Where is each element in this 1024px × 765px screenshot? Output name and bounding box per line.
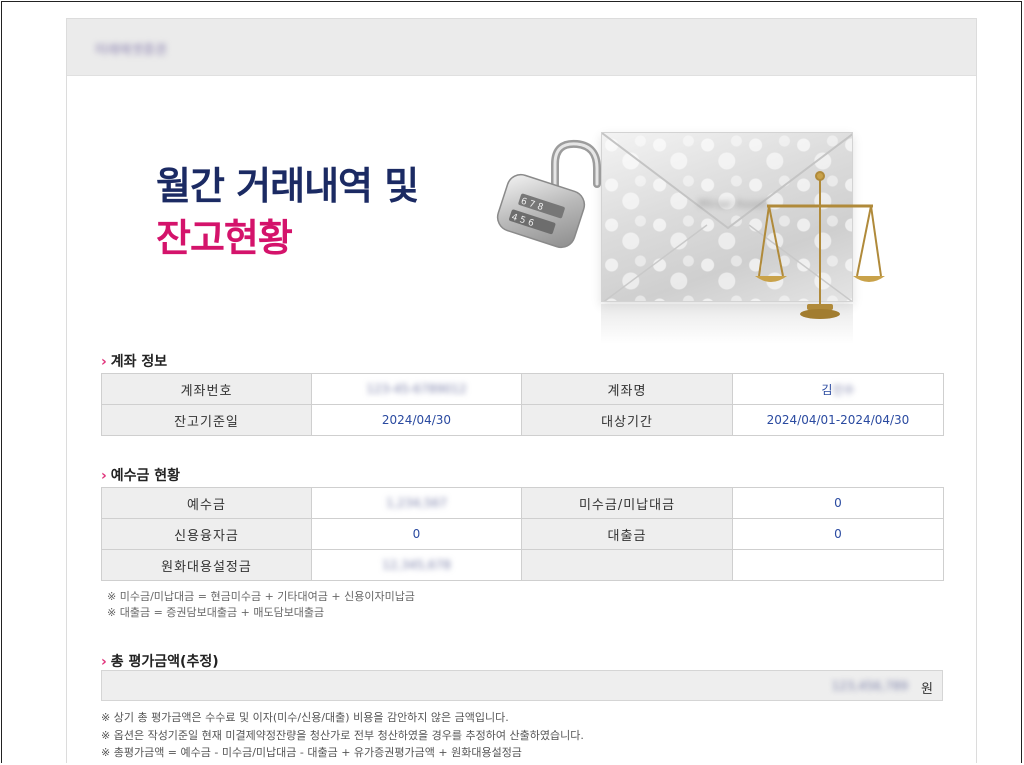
label-loan: 대출금	[521, 518, 733, 550]
hero-title-line1: 월간 거래내역 및	[156, 164, 419, 208]
value-deposit: 1,234,567	[385, 496, 448, 510]
table-row: 예수금 1,234,567 미수금/미납대금 0	[101, 487, 944, 519]
empty-label-cell	[521, 549, 733, 581]
value-receivables: 0	[732, 487, 944, 519]
note-line: ※ 옵션은 작성기준일 현재 미결제약정잔량을 청산가로 전부 청산하였을 경우…	[101, 728, 584, 742]
label-period: 대상기간	[521, 404, 733, 436]
deposit-notes: ※ 미수금/미납대금 = 현금미수금 + 기타대여금 + 신용이자미납금 ※ 대…	[107, 589, 415, 621]
deposit-section-title: › 예수금 현황	[101, 468, 181, 484]
hero-banner: 월간 거래내역 및 잔고현황 Mirae Asset 6 7 8 4 5 6	[67, 76, 976, 351]
scale-icon	[755, 171, 885, 319]
label-deposit: 예수금	[101, 487, 312, 519]
top-banner: 미래에셋증권	[67, 19, 976, 76]
padlock-icon: 6 7 8 4 5 6	[496, 139, 601, 249]
label-krw-collateral: 원화대용설정금	[101, 549, 312, 581]
total-amount-unit: 원	[921, 682, 933, 697]
value-account-name-hidden: 민수	[832, 382, 855, 397]
statement-card: 미래에셋증권 월간 거래내역 및 잔고현황 Mirae Asset 6 7 8 …	[66, 18, 977, 763]
value-account-number: 123-45-6789012	[366, 382, 467, 396]
value-account-name: 김	[821, 382, 833, 397]
deposit-table: 예수금 1,234,567 미수금/미납대금 0 신용융자금 0 대출금 0 원…	[101, 487, 944, 581]
label-credit-loan: 신용융자금	[101, 518, 312, 550]
section-arrow-icon: ›	[101, 354, 107, 370]
value-krw-collateral: 12,345,678	[382, 558, 451, 572]
table-row: 신용융자금 0 대출금 0	[101, 518, 944, 550]
hero-title: 월간 거래내역 및 잔고현황	[156, 160, 419, 264]
account-section-title: › 계좌 정보	[101, 354, 168, 370]
window-frame: 미래에셋증권 월간 거래내역 및 잔고현황 Mirae Asset 6 7 8 …	[1, 1, 1022, 763]
account-info-table: 계좌번호 123-45-6789012 계좌명 김민수 잔고기준일 2024/0…	[101, 373, 944, 436]
label-receivables: 미수금/미납대금	[521, 487, 733, 519]
value-credit-loan: 0	[311, 518, 522, 550]
hero-title-line2: 잔고현황	[156, 216, 293, 260]
brand-text-blurred: 미래에셋증권	[95, 43, 167, 58]
label-account-name: 계좌명	[521, 373, 733, 405]
note-line: ※ 대출금 = 증권담보대출금 + 매도담보대출금	[107, 606, 325, 619]
note-line: ※ 총평가금액 = 예수금 - 미수금/미납대금 - 대출금 + 유가증권평가금…	[101, 746, 522, 759]
label-balance-date: 잔고기준일	[101, 404, 312, 436]
total-notes: ※ 상기 총 평가금액은 수수료 및 이자(미수/신용/대출) 비용을 감안하지…	[101, 709, 584, 762]
total-amount-bar: 123,456,789 원	[101, 670, 943, 701]
section-arrow-icon: ›	[101, 468, 107, 484]
table-row: 잔고기준일 2024/04/30 대상기간 2024/04/01-2024/04…	[101, 404, 944, 436]
table-row: 원화대용설정금 12,345,678	[101, 549, 944, 581]
section-arrow-icon: ›	[101, 654, 107, 670]
total-section-title: › 총 평가금액(추정)	[101, 654, 219, 670]
value-period: 2024/04/01-2024/04/30	[732, 404, 944, 436]
value-loan: 0	[732, 518, 944, 550]
empty-value-cell	[732, 549, 944, 581]
note-line: ※ 상기 총 평가금액은 수수료 및 이자(미수/신용/대출) 비용을 감안하지…	[101, 711, 509, 724]
total-amount-blurred: 123,456,789	[831, 679, 908, 693]
label-account-number: 계좌번호	[101, 373, 312, 405]
table-row: 계좌번호 123-45-6789012 계좌명 김민수	[101, 373, 944, 405]
value-balance-date: 2024/04/30	[311, 404, 522, 436]
note-line: ※ 미수금/미납대금 = 현금미수금 + 기타대여금 + 신용이자미납금	[107, 590, 415, 603]
